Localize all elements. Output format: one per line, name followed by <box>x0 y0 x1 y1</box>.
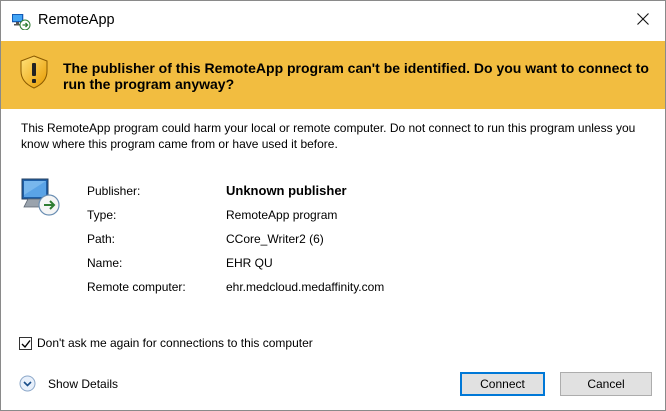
remote-computer-icon <box>20 177 62 217</box>
show-details-toggle[interactable]: Show Details <box>19 375 118 392</box>
remoteapp-dialog: RemoteApp The publisher of this RemoteAp… <box>0 0 666 411</box>
name-label: Name: <box>87 256 123 270</box>
window-title: RemoteApp <box>38 12 115 28</box>
checkbox-box[interactable] <box>19 336 32 350</box>
checkmark-icon <box>21 339 31 348</box>
close-button[interactable] <box>621 3 665 39</box>
name-value: EHR QU <box>226 256 273 270</box>
cancel-button[interactable]: Cancel <box>560 372 652 396</box>
title-bar: RemoteApp <box>1 1 665 41</box>
path-value: CCore_Writer2 (6) <box>226 232 324 246</box>
warning-banner: The publisher of this RemoteApp program … <box>1 41 665 109</box>
close-icon <box>637 12 649 30</box>
remote-computer-label: Remote computer: <box>87 280 186 294</box>
remote-computer-value: ehr.medcloud.medaffinity.com <box>226 280 385 294</box>
publisher-value: Unknown publisher <box>226 183 347 198</box>
dont-ask-again-label: Don't ask me again for connections to th… <box>37 336 313 350</box>
dont-ask-again-checkbox[interactable]: Don't ask me again for connections to th… <box>19 335 313 351</box>
connect-button[interactable]: Connect <box>460 372 545 396</box>
type-label: Type: <box>87 208 117 222</box>
type-value: RemoteApp program <box>226 208 338 222</box>
warning-message: This RemoteApp program could harm your l… <box>21 121 636 151</box>
publisher-label: Publisher: <box>87 184 141 198</box>
show-details-label: Show Details <box>48 376 119 391</box>
expand-chevron-icon <box>19 375 36 392</box>
remoteapp-icon <box>11 13 31 31</box>
banner-message: The publisher of this RemoteApp program … <box>63 60 649 92</box>
path-label: Path: <box>87 232 116 246</box>
shield-warning-icon <box>20 55 48 89</box>
